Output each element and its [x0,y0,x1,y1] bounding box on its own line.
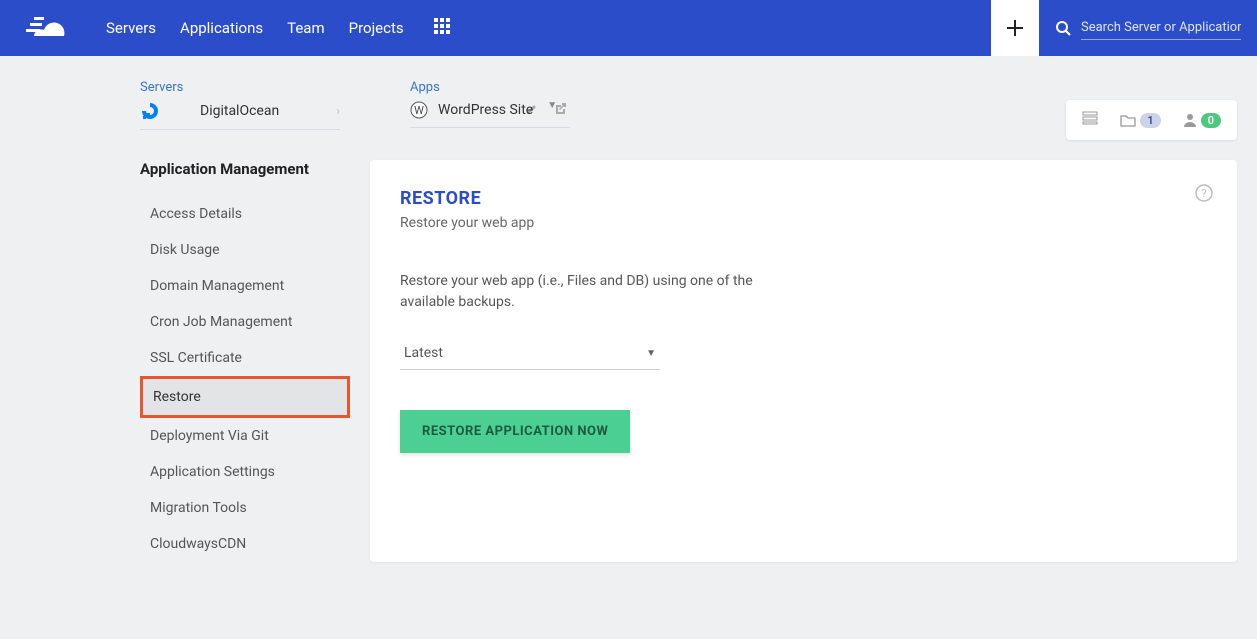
sidebar-item-deployment-via-git[interactable]: Deployment Via Git [140,418,350,454]
caret-down-icon: ▼ [646,348,656,359]
nav-team[interactable]: Team [287,19,325,37]
user-icon [1183,112,1197,128]
sidebar-item-disk-usage[interactable]: Disk Usage [140,232,350,268]
sidebar-item-application-settings[interactable]: Application Settings [140,454,350,490]
nav-applications[interactable]: Applications [180,19,263,37]
add-button[interactable] [991,0,1039,56]
main-area: Application Management Access DetailsDis… [0,130,1257,562]
card-title: RESTORE [400,188,1207,209]
backup-select-value: Latest [404,345,443,361]
search-area [1039,0,1257,56]
caret-down-icon: ▼ [547,100,557,111]
sidebar-item-cron-job-management[interactable]: Cron Job Management [140,304,350,340]
sidebar-item-access-details[interactable]: Access Details [140,196,350,232]
sidebar-title: Application Management [140,160,350,178]
folder-status[interactable]: 1 [1120,113,1160,128]
nav-servers[interactable]: Servers [106,19,156,37]
nav-items: Servers Applications Team Projects [106,19,404,37]
user-status[interactable]: 0 [1183,112,1221,128]
breadcrumb-apps: Apps W WordPress Site ▼ [410,80,570,128]
list-icon[interactable] [1082,110,1098,130]
restore-card: ? RESTORE Restore your web app Restore y… [370,160,1237,562]
restore-button[interactable]: RESTORE APPLICATION NOW [400,410,630,453]
card-subtitle: Restore your web app [400,215,1207,231]
search-icon [1055,20,1071,36]
server-name: DigitalOcean [200,103,279,119]
nav-projects[interactable]: Projects [349,19,404,37]
wordpress-icon: W [410,101,428,119]
sidebar: Application Management Access DetailsDis… [140,160,350,562]
logo[interactable] [20,0,76,56]
sidebar-item-migration-tools[interactable]: Migration Tools [140,490,350,526]
breadcrumb-servers-label: Servers [140,80,340,95]
sidebar-item-ssl-certificate[interactable]: SSL Certificate [140,340,350,376]
svg-text:?: ? [1201,187,1206,200]
user-badge: 0 [1201,113,1221,128]
search-input[interactable] [1081,16,1241,40]
status-card: 1 0 [1066,100,1237,140]
server-selector[interactable]: DigitalOcean › [140,101,340,130]
svg-text:W: W [414,104,424,117]
plus-icon [1005,18,1025,38]
breadcrumb-apps-label: Apps [410,80,570,95]
card-description: Restore your web app (i.e., Files and DB… [400,271,760,313]
folder-icon [1120,113,1136,127]
chevron-right-icon: › [336,104,340,118]
app-selector[interactable]: W WordPress Site ▼ [410,101,570,128]
sidebar-item-restore[interactable]: Restore [140,376,350,418]
breadcrumb-servers: Servers DigitalOcean › [140,80,340,130]
topbar: Servers Applications Team Projects [0,0,1257,56]
sidebar-item-domain-management[interactable]: Domain Management [140,268,350,304]
cloud-logo-icon [24,14,72,42]
apps-grid-icon[interactable] [434,18,450,38]
app-name: WordPress Site [438,102,533,118]
digitalocean-icon [140,101,160,121]
backup-select[interactable]: Latest ▼ [400,337,660,370]
help-icon[interactable]: ? [1195,184,1213,206]
sidebar-item-cloudwayscdn[interactable]: CloudwaysCDN [140,526,350,562]
folder-badge: 1 [1140,113,1160,128]
